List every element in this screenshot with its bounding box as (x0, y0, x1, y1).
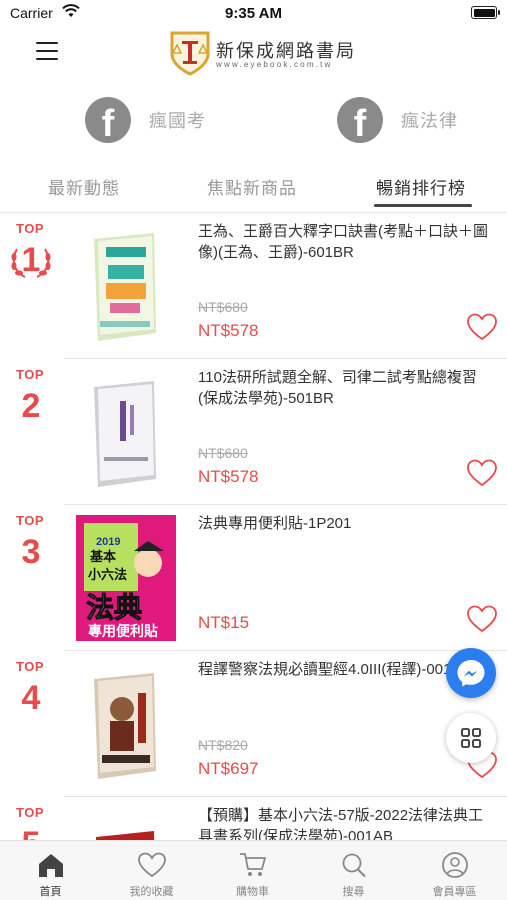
heart-icon (138, 852, 166, 878)
book-cover (76, 225, 176, 345)
battery-icon (471, 6, 500, 19)
rank-number: 3 (21, 533, 41, 571)
book-title[interactable]: 程譯警察法規必讀聖經4.0III(程譯)-001GA (198, 659, 488, 680)
rank-top-label: TOP (16, 659, 44, 674)
menu-button[interactable] (36, 42, 58, 62)
list-item[interactable]: TOP 4 程譯警察法規必讀聖經4.0III(程譯)-001GA NT$820 … (0, 651, 507, 797)
rank-number: 5 (0, 825, 62, 840)
tab-active-indicator (374, 204, 472, 207)
nav-label: 購物車 (236, 886, 269, 898)
hamburger-line (36, 58, 58, 60)
sale-price: NT$697 (198, 759, 259, 778)
list-item[interactable]: TOP 2 110法研所試題全解、司律二試考點總複習(保成法學苑)-501BR … (0, 359, 507, 505)
tab-featured[interactable]: 焦點新商品 (207, 174, 297, 199)
heart-icon[interactable] (467, 313, 497, 341)
heart-icon[interactable] (467, 459, 497, 487)
rank-number: 4 (21, 679, 41, 717)
sale-price: NT$15 (198, 613, 250, 632)
nav-home[interactable]: 首頁 (0, 841, 101, 900)
bottom-nav: 首頁 我的收藏 購物車 搜尋 會員專區 (0, 840, 507, 900)
nav-label: 我的收藏 (129, 886, 174, 898)
cover-title-bottom: 專用便利貼 (88, 623, 158, 640)
status-bar: Carrier 9:35 AM (0, 0, 507, 26)
fb-link-law[interactable]: f 瘋法律 (337, 97, 458, 145)
rank-top-label: TOP (16, 367, 44, 382)
book-cover (76, 809, 176, 840)
clock: 9:35 AM (225, 5, 282, 22)
original-price: NT$680 (198, 299, 248, 315)
cart-icon (240, 853, 266, 876)
hamburger-icon (36, 42, 58, 44)
grid-icon (461, 728, 481, 748)
nav-label: 搜尋 (342, 886, 365, 898)
original-price: NT$820 (198, 737, 248, 753)
sale-price: NT$578 (198, 321, 259, 340)
rank-top-label: TOP (16, 805, 44, 820)
rank-number: 2 (21, 387, 41, 425)
nav-search[interactable]: 搜尋 (303, 841, 404, 900)
nav-member[interactable]: 會員專區 (404, 841, 505, 900)
book-title[interactable]: 【預購】基本小六法-57版-2022法律法典工具書系列(保成法學苑)-001AB (198, 805, 488, 840)
search-icon (342, 853, 366, 878)
logo[interactable]: 新保成網路書局 www.eyebook.com.tw (169, 30, 354, 76)
facebook-icon: f (85, 97, 131, 145)
messenger-button[interactable] (446, 648, 496, 698)
sale-price: NT$578 (198, 467, 259, 486)
original-price: NT$680 (198, 445, 248, 461)
fb-link-exam[interactable]: f 瘋國考 (85, 97, 206, 145)
fb-link-label: 瘋法律 (401, 111, 458, 131)
rank-top-label: TOP (16, 513, 44, 528)
nav-cart[interactable]: 購物車 (202, 841, 303, 900)
logo-subtitle: www.eyebook.com.tw (216, 60, 333, 69)
hamburger-line (36, 50, 58, 52)
book-cover (76, 371, 176, 491)
book-title[interactable]: 法典專用便利貼-1P201 (198, 513, 488, 534)
grid-menu-button[interactable] (446, 713, 496, 763)
cover-title-top: 基本 (89, 549, 116, 565)
scales-shield-icon (170, 31, 210, 76)
tab-bestseller[interactable]: 暢銷排行榜 (376, 174, 466, 199)
book-title[interactable]: 110法研所試題全解、司律二試考點總複習(保成法學苑)-501BR (198, 367, 488, 409)
heart-icon[interactable] (467, 605, 497, 633)
nav-label: 首頁 (39, 886, 62, 898)
list-item[interactable]: TOP 3 2019 基本 小六法 法典 專用便利貼 法典專用便利貼-1P201… (0, 505, 507, 651)
cover-title-mid: 小六法 (88, 567, 127, 583)
list-item[interactable]: TOP 5 【預購】基本小六法-57版-2022法律法典工具書系列(保成法學苑)… (0, 797, 507, 840)
messenger-icon (457, 660, 485, 687)
facebook-icon: f (337, 97, 383, 145)
tab-latest[interactable]: 最新動態 (48, 174, 120, 199)
rank-top-label: TOP (16, 221, 44, 236)
book-cover: 2019 基本 小六法 法典 專用便利貼 (76, 515, 176, 641)
nav-label: 會員專區 (432, 886, 477, 898)
cover-title-big: 法典 (86, 591, 142, 624)
list-item[interactable]: TOP 1 王為、王爵百大釋字口訣書(考點＋口訣＋圖像)(王為、王爵)-601B… (0, 213, 507, 359)
book-cover (76, 663, 176, 783)
home-icon (39, 854, 63, 877)
nav-favorites[interactable]: 我的收藏 (101, 841, 202, 900)
book-title[interactable]: 王為、王爵百大釋字口訣書(考點＋口訣＋圖像)(王為、王爵)-601BR (198, 221, 488, 263)
rank-number: 1 (21, 241, 41, 279)
fb-link-label: 瘋國考 (149, 111, 206, 131)
user-icon (442, 852, 468, 878)
cover-year: 2019 (96, 536, 120, 548)
